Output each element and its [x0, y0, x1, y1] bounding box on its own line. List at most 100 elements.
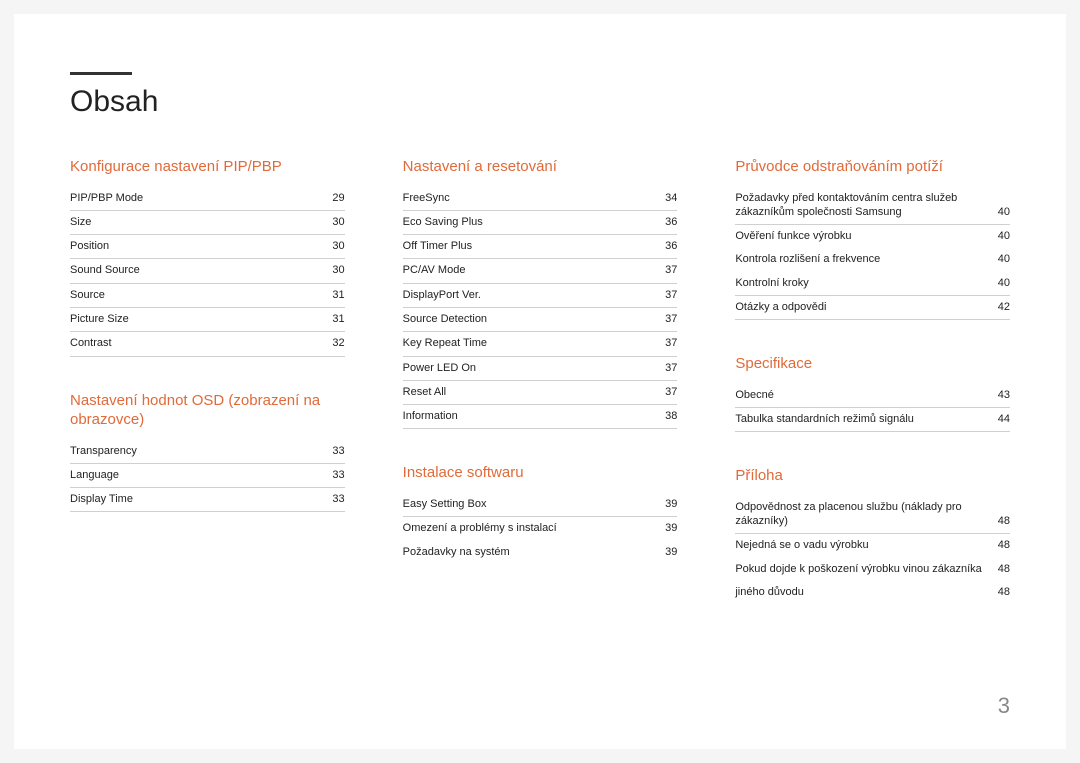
toc-entry-label: Picture Size — [70, 312, 325, 326]
toc-section-heading[interactable]: Instalace softwaru — [403, 463, 678, 489]
toc-section-heading[interactable]: Specifikace — [735, 354, 1010, 380]
toc-entry[interactable]: Information38 — [403, 405, 678, 429]
toc-entry-label: Nejedná se o vadu výrobku — [735, 538, 990, 552]
toc-column-3: Průvodce odstraňováním potíží Požadavky p… — [735, 157, 1010, 638]
toc-section: Specifikace Obecné43Tabulka standardních … — [735, 354, 1010, 432]
title-accent-bar — [70, 72, 132, 75]
toc-entry[interactable]: PC/AV Mode37 — [403, 259, 678, 283]
toc-entry[interactable]: PIP/PBP Mode29 — [70, 187, 345, 211]
toc-entry-label: Easy Setting Box — [403, 497, 658, 511]
toc-entry-label: Size — [70, 215, 325, 229]
toc-entry-label: Source — [70, 288, 325, 302]
toc-section-heading[interactable]: Konfigurace nastavení PIP/PBP — [70, 157, 345, 183]
toc-section: Příloha Odpovědnost za placenou službu (n… — [735, 466, 1010, 604]
toc-entry[interactable]: Sound Source30 — [70, 259, 345, 283]
toc-entry[interactable]: Odpovědnost za placenou službu (náklady … — [735, 496, 1010, 535]
toc-entry[interactable]: Source31 — [70, 284, 345, 308]
toc-column-1: Konfigurace nastavení PIP/PBP PIP/PBP Mod… — [70, 157, 345, 638]
toc-section-heading[interactable]: Nastavení a resetování — [403, 157, 678, 183]
toc-entry[interactable]: Picture Size31 — [70, 308, 345, 332]
toc-entry-label: Display Time — [70, 492, 325, 506]
toc-entry[interactable]: Transparency33 — [70, 440, 345, 464]
toc-entry-page: 40 — [990, 205, 1010, 219]
toc-entry[interactable]: Otázky a odpovědi42 — [735, 296, 1010, 320]
toc-entry-page: 48 — [990, 585, 1010, 599]
toc-columns: Konfigurace nastavení PIP/PBP PIP/PBP Mod… — [70, 157, 1010, 638]
toc-entry-page: 40 — [990, 229, 1010, 243]
page: Obsah Konfigurace nastavení PIP/PBP PIP/P… — [14, 14, 1066, 749]
toc-section: Nastavení hodnot OSD (zobrazení na obraz… — [70, 391, 345, 513]
toc-entry[interactable]: Key Repeat Time37 — [403, 332, 678, 356]
toc-entry-page: 29 — [325, 191, 345, 205]
toc-entry-page: 42 — [990, 300, 1010, 314]
toc-entry-page: 30 — [325, 239, 345, 253]
toc-entry[interactable]: Kontrolní kroky40 — [735, 272, 1010, 296]
toc-entry[interactable]: Reset All37 — [403, 381, 678, 405]
toc-section-heading[interactable]: Průvodce odstraňováním potíží — [735, 157, 1010, 183]
toc-entry[interactable]: Kontrola rozlišení a frekvence40 — [735, 248, 1010, 271]
toc-entry-label: Reset All — [403, 385, 658, 399]
toc-section-heading[interactable]: Příloha — [735, 466, 1010, 492]
toc-entry[interactable]: Off Timer Plus36 — [403, 235, 678, 259]
toc-entry[interactable]: Omezení a problémy s instalací39 — [403, 517, 678, 540]
toc-entry-page: 33 — [325, 468, 345, 482]
toc-entry-label: Contrast — [70, 336, 325, 350]
toc-entry-label: Position — [70, 239, 325, 253]
toc-entry[interactable]: Position30 — [70, 235, 345, 259]
toc-entry[interactable]: Nejedná se o vadu výrobku48 — [735, 534, 1010, 557]
toc-entry-label: PIP/PBP Mode — [70, 191, 325, 205]
toc-entry-page: 37 — [657, 361, 677, 375]
toc-entry-page: 39 — [657, 497, 677, 511]
toc-section: Průvodce odstraňováním potíží Požadavky p… — [735, 157, 1010, 320]
toc-entry[interactable]: Obecné43 — [735, 384, 1010, 408]
toc-section: Konfigurace nastavení PIP/PBP PIP/PBP Mod… — [70, 157, 345, 357]
toc-entry-page: 37 — [657, 336, 677, 350]
toc-entry-page: 32 — [325, 336, 345, 350]
toc-entry[interactable]: jiného důvodu48 — [735, 581, 1010, 604]
page-number: 3 — [998, 693, 1010, 719]
toc-entry-label: Požadavky na systém — [403, 545, 658, 559]
toc-entry-label: Information — [403, 409, 658, 423]
toc-entry[interactable]: Eco Saving Plus36 — [403, 211, 678, 235]
toc-entry-label: Sound Source — [70, 263, 325, 277]
toc-entry-label: DisplayPort Ver. — [403, 288, 658, 302]
toc-entry-page: 34 — [657, 191, 677, 205]
toc-entry[interactable]: Size30 — [70, 211, 345, 235]
toc-entry[interactable]: DisplayPort Ver.37 — [403, 284, 678, 308]
toc-entry-label: Eco Saving Plus — [403, 215, 658, 229]
toc-entry[interactable]: Ověření funkce výrobku40 — [735, 225, 1010, 248]
toc-entry-page: 38 — [657, 409, 677, 423]
toc-entry[interactable]: Display Time33 — [70, 488, 345, 512]
toc-column-2: Nastavení a resetováníFreeSync34Eco Savi… — [403, 157, 678, 638]
toc-entry-label: Omezení a problémy s instalací — [403, 521, 658, 535]
toc-entry-label: Source Detection — [403, 312, 658, 326]
toc-entry-page: 39 — [657, 545, 677, 559]
toc-entry-page: 37 — [657, 312, 677, 326]
toc-entry-page: 48 — [990, 514, 1010, 528]
toc-entry[interactable]: Tabulka standardních režimů signálu44 — [735, 408, 1010, 432]
toc-entry[interactable]: Power LED On37 — [403, 357, 678, 381]
toc-section-heading[interactable]: Nastavení hodnot OSD (zobrazení na obraz… — [70, 391, 345, 436]
toc-entry-label: Key Repeat Time — [403, 336, 658, 350]
page-title: Obsah — [70, 85, 1010, 119]
toc-section: Nastavení a resetováníFreeSync34Eco Savi… — [403, 157, 678, 429]
toc-entry[interactable]: Contrast32 — [70, 332, 345, 356]
toc-entry-page: 48 — [990, 538, 1010, 552]
toc-entry-page: 37 — [657, 263, 677, 277]
toc-entry-label: Požadavky před kontaktováním centra služ… — [735, 191, 990, 220]
toc-entry[interactable]: Easy Setting Box39 — [403, 493, 678, 517]
toc-section: Instalace softwaruEasy Setting Box39Omez… — [403, 463, 678, 563]
toc-entry[interactable]: Požadavky před kontaktováním centra služ… — [735, 187, 1010, 226]
toc-entry-label: Obecné — [735, 388, 990, 402]
toc-entry-label: Language — [70, 468, 325, 482]
toc-entry-label: Odpovědnost za placenou službu (náklady … — [735, 500, 990, 529]
toc-entry-page: 40 — [990, 252, 1010, 266]
toc-entry-label: Ověření funkce výrobku — [735, 229, 990, 243]
toc-entry-page: 33 — [325, 492, 345, 506]
toc-entry[interactable]: Požadavky na systém39 — [403, 541, 678, 564]
toc-entry-label: jiného důvodu — [735, 585, 990, 599]
toc-entry[interactable]: Source Detection37 — [403, 308, 678, 332]
toc-entry[interactable]: FreeSync34 — [403, 187, 678, 211]
toc-entry[interactable]: Language33 — [70, 464, 345, 488]
toc-entry[interactable]: Pokud dojde k poškození výrobku vinou zá… — [735, 558, 1010, 581]
